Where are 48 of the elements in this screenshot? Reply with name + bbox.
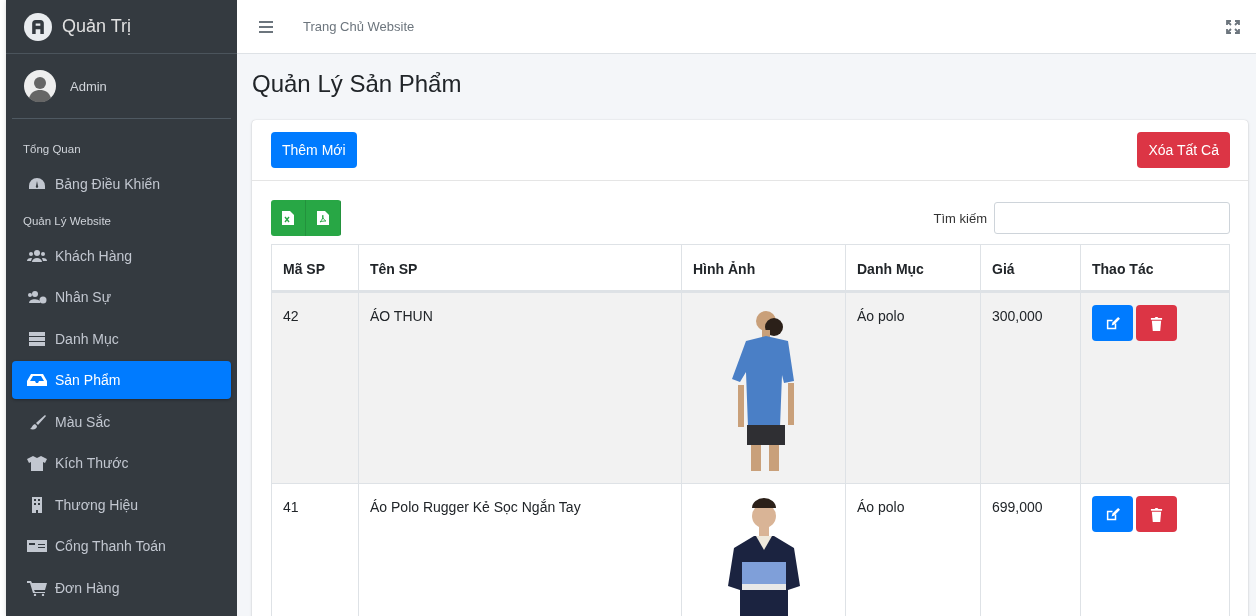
table-cell: Áo polo <box>845 291 981 484</box>
nav-item[interactable]: Khách Hàng <box>12 236 231 275</box>
logo-icon <box>24 12 52 41</box>
pdf-export-button[interactable] <box>306 200 341 236</box>
edit-button[interactable] <box>1092 305 1133 341</box>
cart-icon <box>27 579 47 596</box>
nav-item[interactable]: Thương Hiệu <box>12 485 231 524</box>
excel-file-icon <box>282 211 294 225</box>
nav-item[interactable]: Danh Mục <box>12 319 231 358</box>
delete-button[interactable] <box>1136 496 1177 532</box>
fullscreen-icon[interactable] <box>1226 19 1240 34</box>
nav-item[interactable]: Nhân Sự <box>12 278 231 316</box>
nav-section-heading: Tổng Quan <box>22 142 82 157</box>
nav-item[interactable]: Sản Phẩm <box>12 361 231 399</box>
users-icon <box>27 247 47 264</box>
nav-section-heading: Quản Lý Website <box>22 213 112 229</box>
trash-icon <box>1150 506 1163 522</box>
nav-item[interactable]: Đơn Hàng <box>12 568 231 607</box>
brand-title: Quản Trị <box>62 16 132 37</box>
table-cell: 300,000 <box>980 291 1081 484</box>
search-label: Tìm kiếm <box>933 210 987 226</box>
trash-icon <box>1150 315 1163 331</box>
menu-icon[interactable] <box>259 20 273 33</box>
edit-icon <box>1105 315 1120 331</box>
inbox-icon <box>27 372 47 388</box>
excel-export-button[interactable] <box>271 200 306 236</box>
list-icon <box>27 330 47 347</box>
pdf-file-icon <box>317 211 329 225</box>
table-cell: 42 <box>271 291 359 484</box>
edit-button[interactable] <box>1092 496 1133 532</box>
delete-button[interactable] <box>1136 305 1177 341</box>
search-field[interactable] <box>994 202 1230 234</box>
nav-item[interactable]: Kích Thước <box>12 444 231 482</box>
table-cell: ÁO THUN <box>358 291 682 484</box>
gauge-icon <box>27 176 47 192</box>
avatar-icon <box>24 70 56 102</box>
user-name: Admin <box>70 78 107 94</box>
nav-item[interactable]: Màu Sắc <box>12 402 231 441</box>
nav-item[interactable]: Cổng Thanh Toán <box>12 527 231 565</box>
add-button[interactable]: Thêm Mới <box>271 132 357 168</box>
shirt-icon <box>27 455 47 471</box>
delete-all-button[interactable]: Xóa Tất Cả <box>1137 132 1230 168</box>
money-icon <box>27 538 47 554</box>
nav-item[interactable]: Bảng Điều Khiển <box>12 165 231 203</box>
page-title: Quản Lý Sản Phẩm <box>252 70 463 98</box>
table-cell: 41 <box>271 483 359 616</box>
edit-icon <box>1105 506 1120 522</box>
home-link[interactable]: Trang Chủ Website <box>303 19 415 34</box>
